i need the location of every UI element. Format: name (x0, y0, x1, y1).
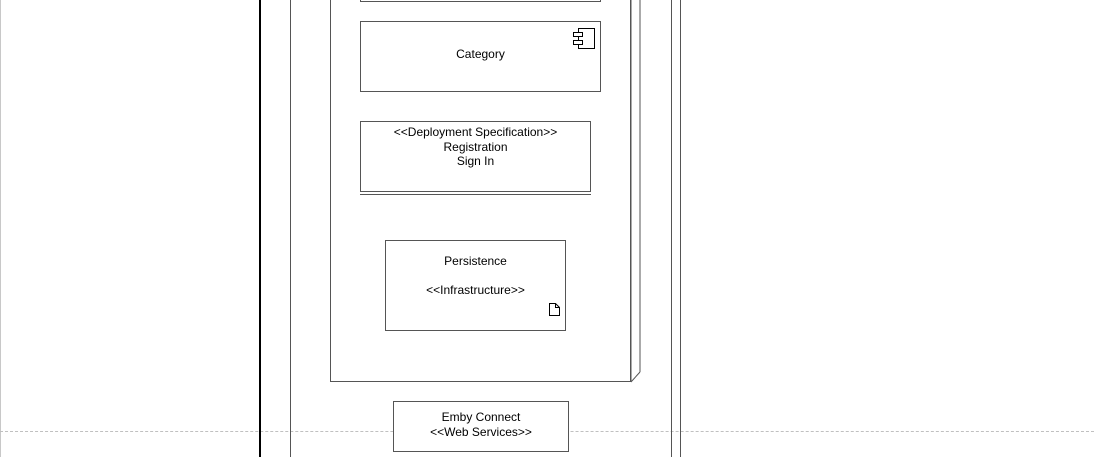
outer-node-depth-edge (671, 0, 672, 457)
emby-connect-stereotype: <<Web Services>> (430, 425, 532, 439)
deployment-spec-line: Sign In (456, 154, 495, 168)
deployment-spec-line: Registration (443, 139, 508, 154)
inner-node-depth (630, 0, 641, 383)
category-label: Category (456, 47, 505, 61)
deployment-spec-text: <<Deployment Specification>> Registratio… (360, 125, 591, 169)
top-component-box[interactable] (360, 0, 601, 2)
canvas-left-border (0, 0, 1, 457)
diagram-canvas: Category <<Deployment Specification>> Re… (0, 0, 1094, 457)
persistence-stereotype: <<Infrastructure>> (426, 283, 525, 297)
persistence-name: Persistence (444, 254, 507, 268)
lifeline (259, 0, 261, 457)
deployment-spec-stereotype: <<Deployment Specification>> (393, 125, 558, 139)
emby-connect-name: Emby Connect (441, 410, 521, 424)
component-icon (573, 28, 595, 49)
document-icon (549, 303, 560, 316)
deployment-spec-underline (360, 194, 591, 195)
emby-connect-text: Emby Connect <<Web Services>> (393, 410, 569, 440)
